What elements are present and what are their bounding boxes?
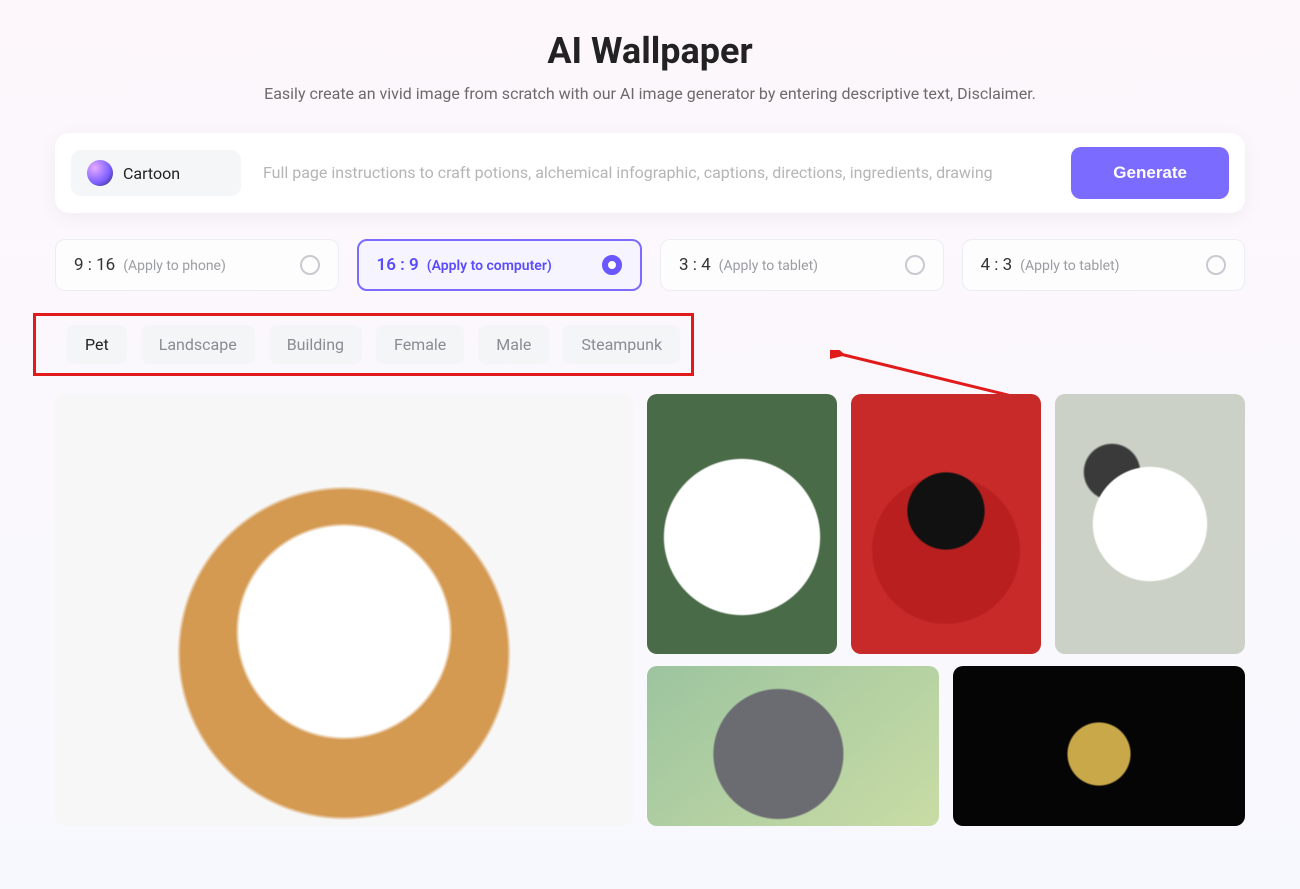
ratio-3-4[interactable]: 3 : 4 (Apply to tablet)	[660, 239, 944, 291]
style-select[interactable]: Cartoon	[71, 150, 241, 196]
ratio-main: 3 : 4	[679, 255, 711, 275]
radio-icon	[602, 255, 622, 275]
gallery-thumb[interactable]	[1055, 394, 1245, 654]
page-subtitle: Easily create an vivid image from scratc…	[55, 84, 1245, 103]
category-row: Pet Landscape Building Female Male Steam…	[55, 315, 692, 374]
category-building[interactable]: Building	[269, 325, 362, 364]
ratio-sub: (Apply to computer)	[427, 258, 552, 274]
style-label: Cartoon	[123, 164, 225, 183]
ratio-main: 4 : 3	[981, 255, 1013, 275]
ratio-sub: (Apply to tablet)	[719, 258, 818, 274]
gallery	[55, 394, 1245, 826]
category-steampunk[interactable]: Steampunk	[563, 325, 680, 364]
prompt-bar: Cartoon Full page instructions to craft …	[55, 133, 1245, 213]
page-title: AI Wallpaper	[55, 30, 1245, 72]
ratio-4-3[interactable]: 4 : 3 (Apply to tablet)	[962, 239, 1246, 291]
radio-icon	[300, 255, 320, 275]
gallery-thumb[interactable]	[851, 394, 1041, 654]
ratio-sub: (Apply to tablet)	[1020, 258, 1119, 274]
category-female[interactable]: Female	[376, 325, 464, 364]
category-male[interactable]: Male	[478, 325, 549, 364]
aspect-ratio-row: 9 : 16 (Apply to phone) 16 : 9 (Apply to…	[55, 239, 1245, 291]
style-avatar-icon	[87, 160, 113, 186]
prompt-input[interactable]: Full page instructions to craft potions,…	[257, 157, 1055, 189]
gallery-main-image[interactable]	[55, 394, 633, 826]
ratio-sub: (Apply to phone)	[123, 258, 226, 274]
gallery-side	[647, 394, 1245, 826]
generate-button[interactable]: Generate	[1071, 147, 1229, 199]
category-pet[interactable]: Pet	[67, 325, 127, 364]
radio-icon	[905, 255, 925, 275]
header: AI Wallpaper Easily create an vivid imag…	[55, 30, 1245, 103]
category-landscape[interactable]: Landscape	[141, 325, 255, 364]
annotation-arrow-icon	[830, 350, 1030, 400]
ratio-main: 9 : 16	[74, 255, 115, 275]
ratio-9-16[interactable]: 9 : 16 (Apply to phone)	[55, 239, 339, 291]
gallery-thumb[interactable]	[953, 666, 1245, 826]
radio-icon	[1206, 255, 1226, 275]
gallery-thumb[interactable]	[647, 394, 837, 654]
ratio-main: 16 : 9	[377, 255, 419, 275]
gallery-thumb[interactable]	[647, 666, 939, 826]
ratio-16-9[interactable]: 16 : 9 (Apply to computer)	[357, 239, 643, 291]
